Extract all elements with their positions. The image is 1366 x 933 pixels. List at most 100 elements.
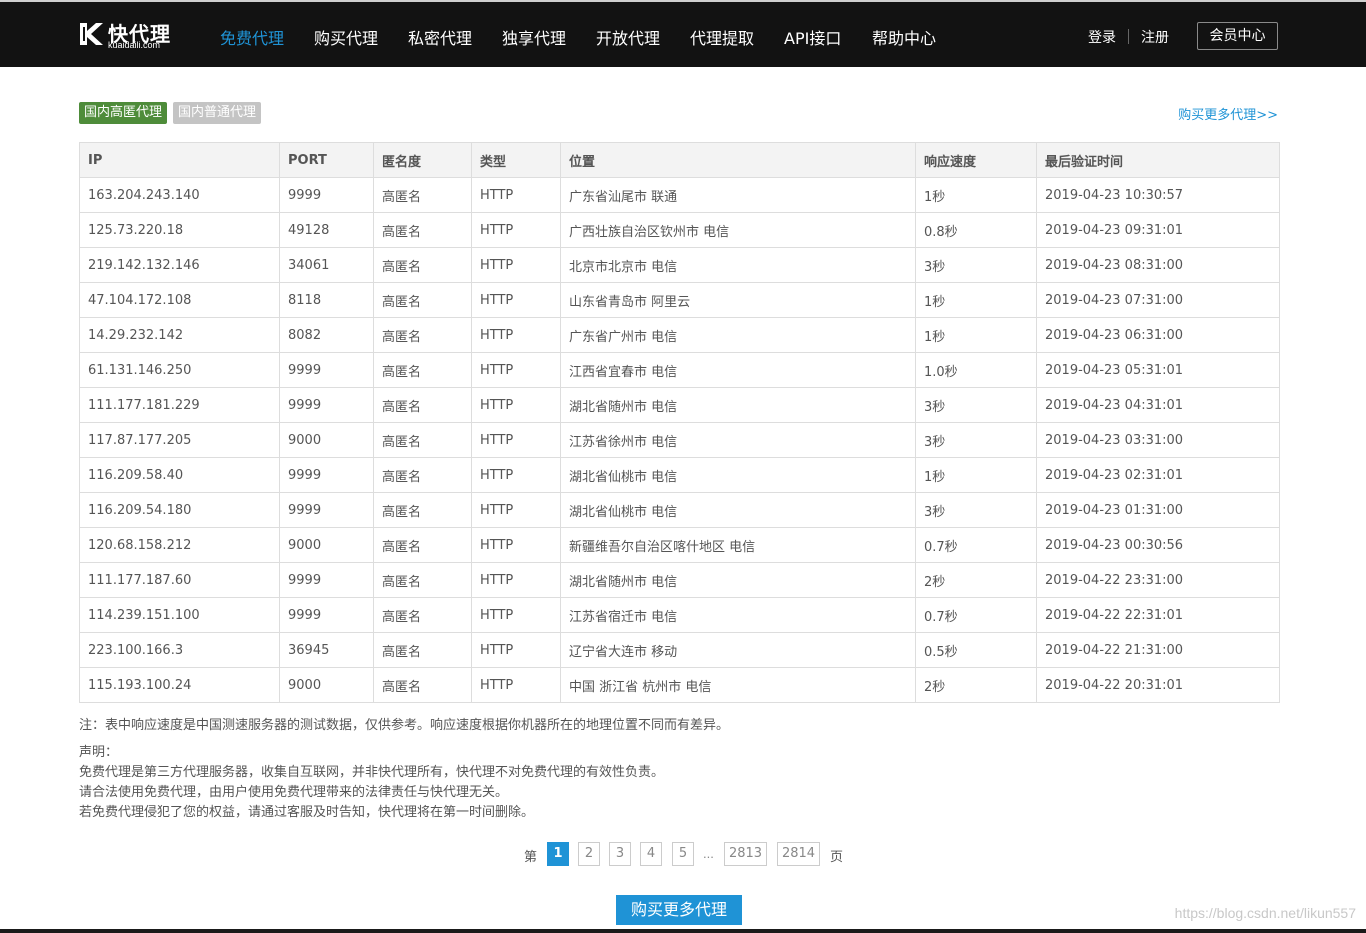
col-ip-cell: 111.177.181.229 <box>79 387 280 423</box>
col-anonymity-cell: 高匿名 <box>373 212 472 248</box>
col-ip-cell: 117.87.177.205 <box>79 422 280 458</box>
proxy-table: IP PORT 匿名度 类型 位置 响应速度 最后验证时间 163.204.243.140 9… <box>79 142 1280 703</box>
col-anonymity-cell: 高匿名 <box>373 632 472 668</box>
col-port-cell: 9999 <box>279 177 374 213</box>
col-type-cell: HTTP <box>471 247 561 283</box>
page-2-button[interactable]: 2 <box>578 842 600 866</box>
col-ip-cell: 120.68.158.212 <box>79 527 280 563</box>
col-last-verified-cell: 2019-04-23 05:31:01 <box>1036 352 1280 388</box>
col-location-cell: 湖北省随州市 电信 <box>560 387 916 423</box>
col-location-cell: 辽宁省大连市 移动 <box>560 632 916 668</box>
tab-domestic-normal[interactable]: 国内普通代理 <box>173 102 262 124</box>
nav-proxy-extract[interactable]: 代理提取 <box>690 25 754 49</box>
col-anonymity-cell: 高匿名 <box>373 667 472 703</box>
register-link[interactable]: 注册 <box>1141 27 1169 47</box>
table-row: 223.100.166.3 36945 高匿名 HTTP 辽宁省大连市 移动 0.5秒 20… <box>79 632 1280 668</box>
col-location-header: 位置 <box>560 142 916 178</box>
col-speed-cell: 0.8秒 <box>915 212 1037 248</box>
buy-more-proxy-link[interactable]: 购买更多代理>> <box>1178 104 1278 123</box>
col-anonymity-header: 匿名度 <box>373 142 472 178</box>
col-type-cell: HTTP <box>471 632 561 668</box>
col-type-cell: HTTP <box>471 387 561 423</box>
nav-buy-proxy[interactable]: 购买代理 <box>314 25 378 49</box>
nav-open-proxy[interactable]: 开放代理 <box>596 25 660 49</box>
page-4-button[interactable]: 4 <box>640 842 662 866</box>
page-5-button[interactable]: 5 <box>672 842 694 866</box>
col-last-verified-cell: 2019-04-23 03:31:00 <box>1036 422 1280 458</box>
col-location-cell: 江西省宜春市 电信 <box>560 352 916 388</box>
col-ip-cell: 219.142.132.146 <box>79 247 280 283</box>
table-row: 163.204.243.140 9999 高匿名 HTTP 广东省汕尾市 联通 1秒 201… <box>79 177 1280 213</box>
col-anonymity-cell: 高匿名 <box>373 527 472 563</box>
page-3-button[interactable]: 3 <box>609 842 631 866</box>
col-location-cell: 湖北省仙桃市 电信 <box>560 492 916 528</box>
col-location-cell: 广东省汕尾市 联通 <box>560 177 916 213</box>
col-type-cell: HTTP <box>471 282 561 318</box>
col-speed-cell: 2秒 <box>915 667 1037 703</box>
col-last-verified-cell: 2019-04-22 23:31:00 <box>1036 562 1280 598</box>
buy-more-proxy-button[interactable]: 购买更多代理 <box>616 895 742 925</box>
member-center-button[interactable]: 会员中心 <box>1197 22 1278 50</box>
col-ip-cell: 125.73.220.18 <box>79 212 280 248</box>
col-speed-cell: 1秒 <box>915 457 1037 493</box>
col-speed-cell: 1秒 <box>915 317 1037 353</box>
col-anonymity-cell: 高匿名 <box>373 282 472 318</box>
col-location-cell: 湖北省仙桃市 电信 <box>560 457 916 493</box>
col-last-verified-cell: 2019-04-22 20:31:01 <box>1036 667 1280 703</box>
disclaimer-line: 请合法使用免费代理，由用户使用免费代理带来的法律责任与快代理无关。 <box>79 785 509 800</box>
pagination-suffix: 页 <box>830 850 844 865</box>
nav-divider <box>1128 29 1129 44</box>
footer-edge <box>0 929 1366 933</box>
col-anonymity-cell: 高匿名 <box>373 562 472 598</box>
nav-exclusive-proxy[interactable]: 独享代理 <box>502 25 566 49</box>
col-ip-cell: 115.193.100.24 <box>79 667 280 703</box>
table-row: 111.177.181.229 9999 高匿名 HTTP 湖北省随州市 电信 3秒 201… <box>79 387 1280 423</box>
col-location-cell: 新疆维吾尔自治区喀什地区 电信 <box>560 527 916 563</box>
col-type-cell: HTTP <box>471 422 561 458</box>
page-2814-button[interactable]: 2814 <box>777 842 820 866</box>
col-speed-cell: 0.7秒 <box>915 527 1037 563</box>
col-anonymity-cell: 高匿名 <box>373 457 472 493</box>
col-port-cell: 9000 <box>279 527 374 563</box>
col-location-cell: 广东省广州市 电信 <box>560 317 916 353</box>
table-row: 116.209.54.180 9999 高匿名 HTTP 湖北省仙桃市 电信 3秒 2019… <box>79 492 1280 528</box>
col-anonymity-cell: 高匿名 <box>373 597 472 633</box>
col-anonymity-cell: 高匿名 <box>373 492 472 528</box>
col-type-cell: HTTP <box>471 352 561 388</box>
table-row: 114.239.151.100 9999 高匿名 HTTP 江苏省宿迁市 电信 0.7秒 2… <box>79 597 1280 633</box>
col-port-cell: 9999 <box>279 492 374 528</box>
nav-help-center[interactable]: 帮助中心 <box>872 25 936 49</box>
col-last-verified-cell: 2019-04-23 09:31:01 <box>1036 212 1280 248</box>
col-last-verified-cell: 2019-04-22 22:31:01 <box>1036 597 1280 633</box>
col-ip-cell: 111.177.187.60 <box>79 562 280 598</box>
table-row: 115.193.100.24 9000 高匿名 HTTP 中国 浙江省 杭州市 电信 2秒… <box>79 667 1280 703</box>
table-row: 61.131.146.250 9999 高匿名 HTTP 江西省宜春市 电信 1.0秒 20… <box>79 352 1280 388</box>
col-location-cell: 湖北省随州市 电信 <box>560 562 916 598</box>
table-header-row: IP PORT 匿名度 类型 位置 响应速度 最后验证时间 <box>79 142 1280 178</box>
col-type-cell: HTTP <box>471 562 561 598</box>
col-port-cell: 8082 <box>279 317 374 353</box>
nav-free-proxy[interactable]: 免费代理 <box>220 25 284 49</box>
page-2813-button[interactable]: 2813 <box>724 842 767 866</box>
col-anonymity-cell: 高匿名 <box>373 247 472 283</box>
login-link[interactable]: 登录 <box>1088 27 1116 47</box>
col-anonymity-cell: 高匿名 <box>373 422 472 458</box>
col-speed-cell: 1.0秒 <box>915 352 1037 388</box>
col-last-verified-cell: 2019-04-23 00:30:56 <box>1036 527 1280 563</box>
col-port-cell: 9000 <box>279 667 374 703</box>
col-port-header: PORT <box>279 142 374 178</box>
col-ip-cell: 47.104.172.108 <box>79 282 280 318</box>
col-speed-cell: 0.7秒 <box>915 597 1037 633</box>
col-last-verified-header: 最后验证时间 <box>1036 142 1280 178</box>
col-location-cell: 江苏省徐州市 电信 <box>560 422 916 458</box>
col-speed-cell: 1秒 <box>915 177 1037 213</box>
tab-domestic-high-anonymous[interactable]: 国内高匿代理 <box>79 102 168 124</box>
page-1-button[interactable]: 1 <box>547 842 569 866</box>
col-port-cell: 9999 <box>279 387 374 423</box>
nav-private-proxy[interactable]: 私密代理 <box>408 25 472 49</box>
col-speed-cell: 0.5秒 <box>915 632 1037 668</box>
nav-api[interactable]: API接口 <box>784 25 841 49</box>
top-navbar: 快代理 kuaidaili.com 免费代理 购买代理 私密代理 独享代理 开放… <box>0 0 1366 67</box>
col-speed-cell: 2秒 <box>915 562 1037 598</box>
col-type-cell: HTTP <box>471 317 561 353</box>
